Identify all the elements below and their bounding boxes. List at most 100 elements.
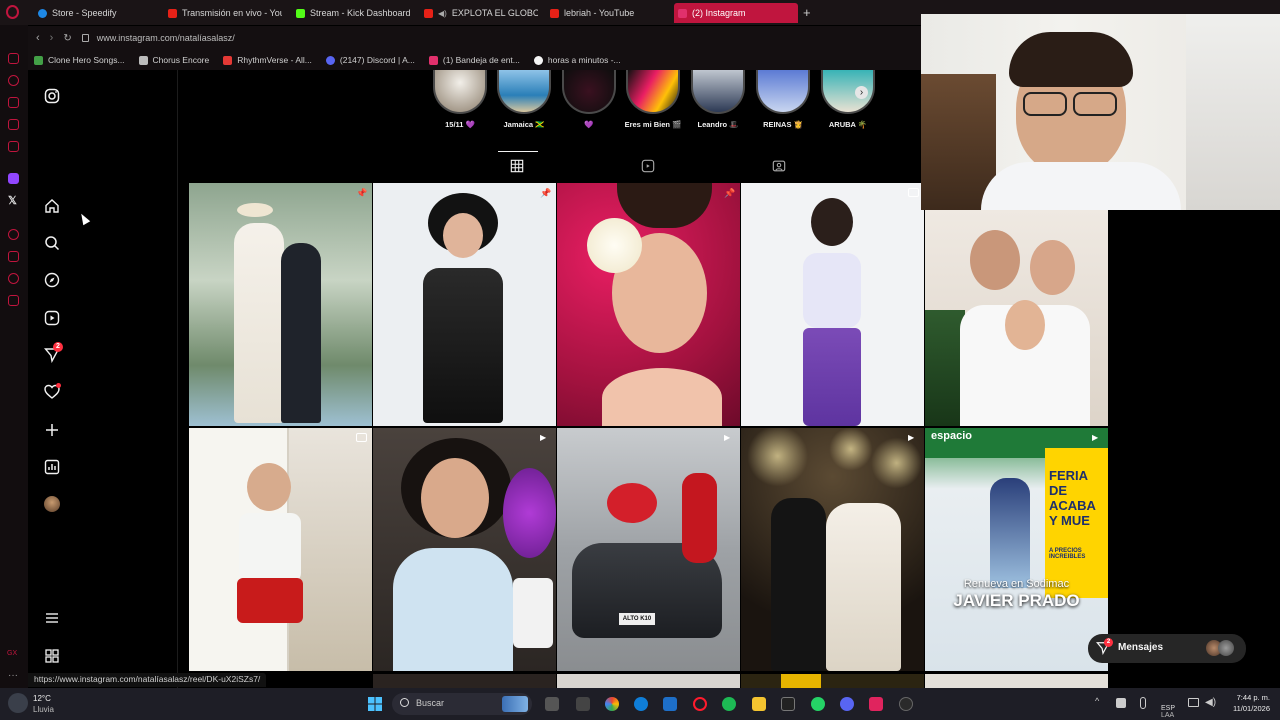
reload-icon[interactable]: ↻ [63,33,71,44]
sidebar-player-icon[interactable] [8,141,19,152]
post-partial[interactable] [557,674,740,688]
post-orchid[interactable]: ▶ [373,428,556,671]
bookmark-discord[interactable]: (2147) Discord | A... [325,55,415,65]
tab-reels[interactable] [641,159,657,175]
bookmark-instagram-inbox[interactable]: (1) Bandeja de ent... [428,55,520,65]
post-family[interactable] [925,210,1108,426]
sidebar-messenger-icon[interactable] [8,119,19,130]
tab-instagram[interactable]: (2) Instagram [674,3,798,23]
file-explorer-icon[interactable] [752,697,766,711]
tab-explota-globo[interactable]: ◀) EXPLOTA EL GLOBO C [420,3,538,23]
taskbar-app-icon[interactable] [576,697,590,711]
clock-date[interactable]: 11/01/2026 [1228,704,1270,713]
home-icon[interactable] [44,198,60,214]
post-sodimac-ad[interactable]: espacio FERIA DE ACABA Y MUE A PRECIOS I… [925,428,1108,671]
sidebar-aria-icon[interactable] [8,53,19,64]
back-icon[interactable]: ‹ [36,32,40,44]
explore-icon[interactable] [44,272,60,288]
profile-avatar[interactable] [44,496,60,512]
messages-icon[interactable]: 2 [43,342,63,364]
tray-chevron-icon[interactable]: ^ [1095,696,1099,706]
sidebar-x-icon[interactable]: 𝕏 [8,194,17,207]
post-wedding-couple[interactable]: 📌 [189,183,372,426]
sidebar-history-icon[interactable] [8,75,19,86]
opera-sidebar: 𝕏 GX ··· [0,25,28,688]
sidebar-bookmark-icon[interactable] [8,97,19,108]
rhythmverse-icon [223,55,233,65]
create-icon[interactable] [44,422,60,438]
tab-lebriah-youtube[interactable]: lebriah - YouTube [546,3,666,23]
tab-speedify[interactable]: Store - Speedify [34,3,162,23]
tray-lang-line1[interactable]: ESP [1161,705,1175,712]
webcam-window [1186,14,1280,210]
tiktok-icon[interactable] [869,697,883,711]
post-flower-portrait[interactable]: 📌 [557,183,740,426]
highlight-item[interactable]: 15/11 💜 [430,70,490,129]
store-icon[interactable] [663,697,677,711]
search-icon[interactable] [44,235,60,251]
whatsapp-icon[interactable] [811,697,825,711]
also-from-meta-icon[interactable] [44,648,60,664]
bookmark-clone-hero[interactable]: Clone Hero Songs... [34,55,125,65]
dashboard-icon[interactable] [44,459,60,475]
sidebar-history2-icon[interactable] [8,273,19,284]
edge-icon[interactable] [634,697,648,711]
clock-time[interactable]: 7:44 p. m. [1228,693,1270,702]
weather-icon[interactable] [8,693,28,713]
post-sequin-dress[interactable]: 📌 [373,183,556,426]
menu-icon[interactable] [44,610,60,626]
sidebar-clock-icon[interactable] [8,229,19,240]
epic-games-icon[interactable] [781,697,795,711]
chrome-icon[interactable] [605,697,619,711]
opera-gx-icon[interactable] [693,697,707,711]
highlight-item[interactable]: Jamaica 🇯🇲 [494,70,554,129]
network-icon[interactable] [1188,698,1199,707]
post-partial[interactable] [925,674,1108,688]
notifications-icon[interactable] [44,383,61,400]
post-dress [423,268,503,423]
post-hair [811,198,853,246]
highlight-item[interactable]: Eres mi Bien 🎬 [623,70,683,129]
tab-tagged[interactable] [772,159,788,175]
tab-youtube-live[interactable]: Transmisión en vivo - You [164,3,282,23]
spotify-icon[interactable] [722,697,736,711]
bookmark-chorus-encore[interactable]: Chorus Encore [138,55,209,65]
highlight-item[interactable]: 💜 [559,70,619,129]
post-wedding-celebration[interactable]: ▶ [741,428,924,671]
windows-start-icon[interactable] [368,697,382,711]
forward-icon[interactable]: › [50,32,54,44]
new-tab-button[interactable]: + [803,5,811,20]
sidebar-gx-icon[interactable]: GX [7,650,17,657]
highlights-next-button[interactable]: › [855,86,868,99]
highlight-item[interactable]: REINAS 👸 [753,70,813,129]
post-boy-red-shorts[interactable] [189,428,372,671]
highlight-item[interactable]: Leandro 🎩 [688,70,748,129]
obs-icon[interactable] [899,697,913,711]
opera-logo-icon[interactable] [6,5,19,19]
avatar [1218,640,1234,656]
post-car-gift[interactable]: ALTO K10 ▶ [557,428,740,671]
tab-kick-dashboard[interactable]: Stream - Kick Dashboard [292,3,412,23]
reels-icon[interactable] [44,310,60,326]
microphone-icon[interactable] [1140,697,1146,709]
post-banner-top-text: espacio [931,430,972,442]
tab-posts[interactable] [498,151,538,175]
volume-icon[interactable]: ◀) [1205,697,1216,708]
taskbar-search[interactable]: Buscar [392,693,532,715]
messages-pill[interactable]: 2 Mensajes [1088,634,1246,663]
post-partial[interactable] [741,674,924,688]
instagram-logo-icon[interactable] [44,88,60,104]
post-partial[interactable] [373,674,556,688]
bookmark-rhythmverse[interactable]: RhythmVerse - All... [223,55,312,65]
task-view-icon[interactable] [545,697,559,711]
sidebar-more-icon[interactable]: ··· [8,670,18,681]
url-field[interactable]: www.instagram.com/natalíasalasz/ [97,33,235,43]
bookmark-horas-minutos[interactable]: horas a minutos -... [533,55,621,65]
discord-icon[interactable] [840,697,854,711]
sidebar-download-icon[interactable] [8,251,19,262]
sidebar-settings-icon[interactable] [8,295,19,306]
tray-app-icon[interactable] [1116,698,1126,708]
post-purple-pants[interactable] [741,183,924,426]
sidebar-twitch-icon[interactable] [8,173,19,184]
highlight-item[interactable]: ARUBA 🌴 [818,70,878,129]
